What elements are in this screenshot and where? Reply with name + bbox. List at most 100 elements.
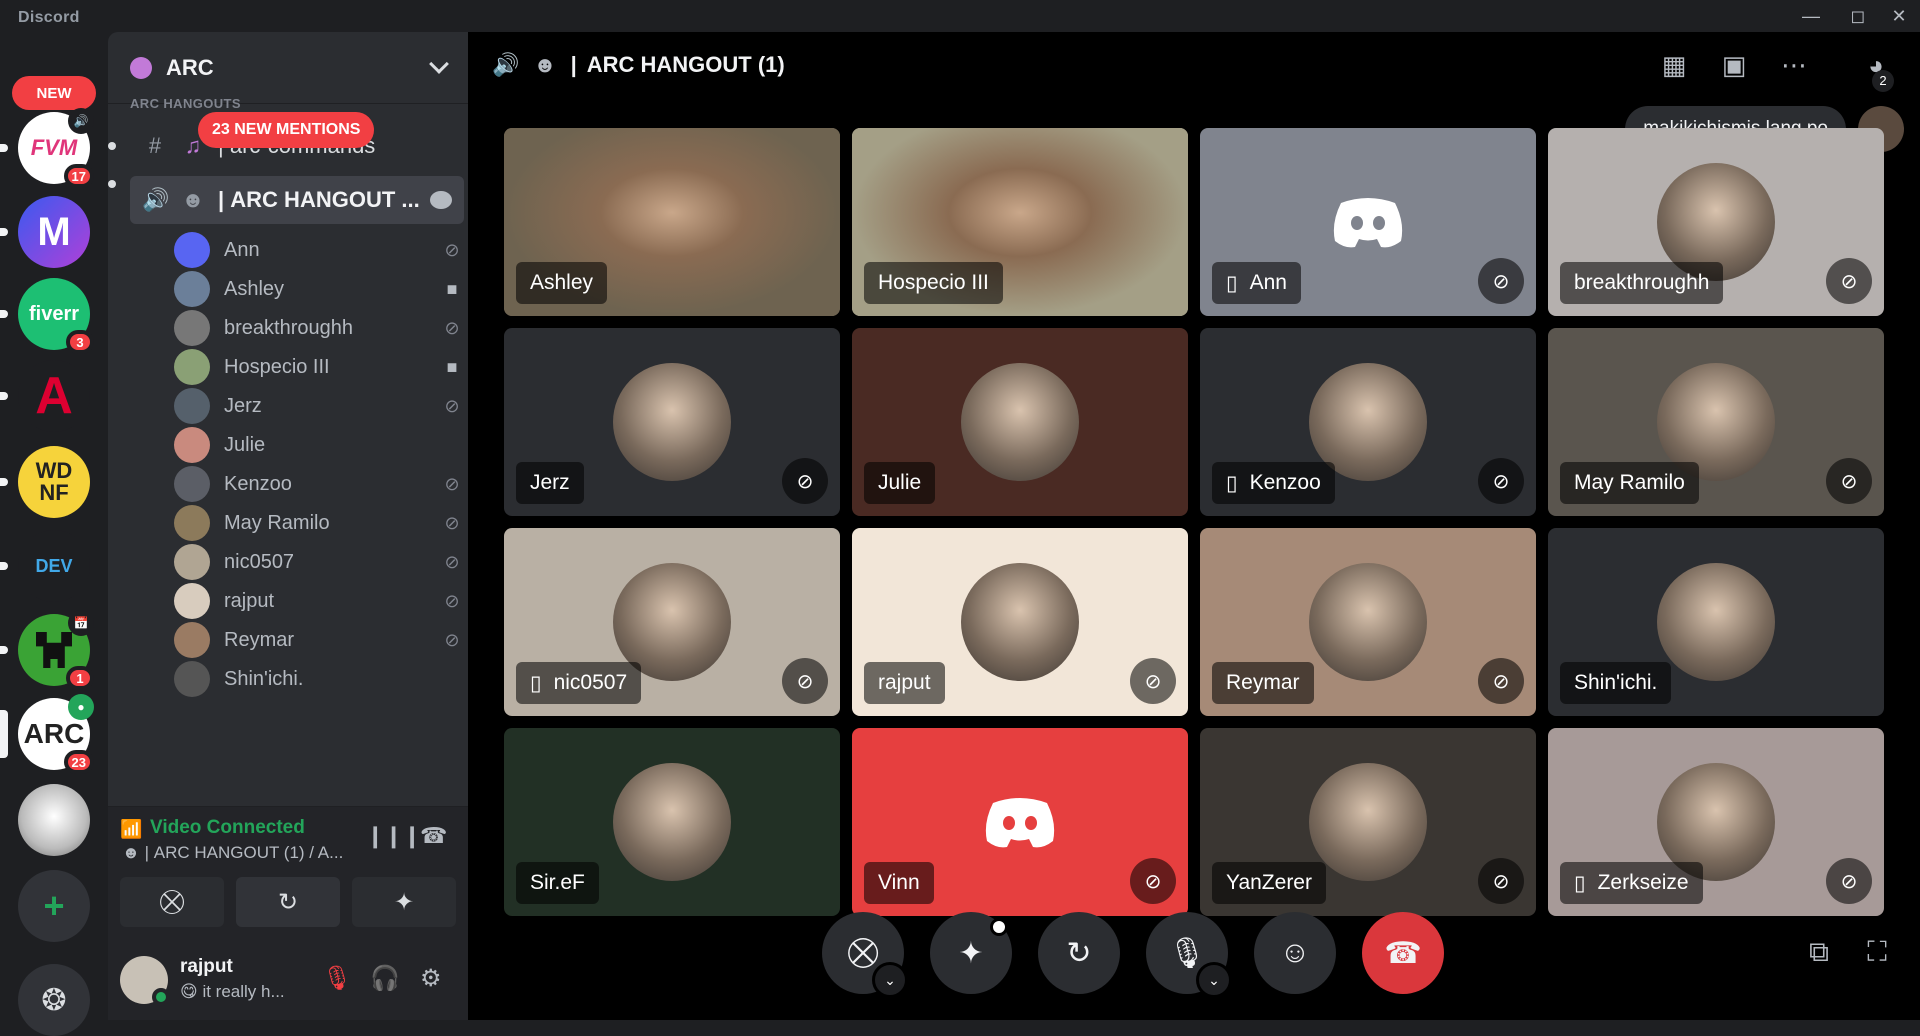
guild-header[interactable]: ARC [108,32,468,104]
server-rail: NEW FVM 🔊 17 M fiverr 3 A WD NF DEV 📅 1 … [0,32,108,1036]
video-tile[interactable]: ▯ Zerkseize ⊘ [1548,728,1884,916]
mic-muted-icon: ⊘ [444,512,460,533]
inbox-icon[interactable]: ▣ [1716,50,1752,86]
share-screen-button[interactable]: ↻ [236,877,340,927]
participant-name: Sir.eF [530,871,585,894]
maximize-button[interactable]: ◻ [1843,4,1873,28]
participant-name: Kenzoo [1249,471,1321,494]
video-tile[interactable]: Shin'ichi. [1548,528,1884,716]
speaker-icon: 🔊 [142,187,170,212]
voice-user-item[interactable]: nic0507 ⊘ [174,542,464,582]
voice-user-item[interactable]: Jerz ⊘ [174,386,464,426]
video-tile[interactable]: Sir.eF [504,728,840,916]
app-title: Discord [18,9,80,26]
server-flutter-dev[interactable]: DEV [18,530,90,602]
channel-arc-hangout[interactable]: 🔊 ☻ | ARC HANGOUT ... [130,176,464,224]
voice-location[interactable]: ☻ | ARC HANGOUT (1) / A... [122,843,343,863]
video-tile[interactable]: breakthroughh ⊘ [1548,128,1884,316]
username[interactable]: rajput [180,956,233,978]
participant-name-label: Reymar [1212,662,1314,704]
server-creeper[interactable]: 📅 1 [18,610,94,690]
server-m[interactable]: M [18,196,90,268]
video-tile[interactable]: May Ramilo ⊘ [1548,328,1884,516]
voice-user-item[interactable]: Reymar ⊘ [174,620,464,660]
pop-out-icon[interactable]: ⧉ [1800,936,1838,974]
voice-user-item[interactable]: breakthroughh ⊘ [174,308,464,348]
video-tile[interactable]: Ashley [504,128,840,316]
voice-status: Video Connected [150,817,305,838]
mic-muted-icon: ⊘ [1478,858,1524,904]
new-pill[interactable]: NEW [12,76,96,110]
participant-name: rajput [878,671,931,694]
share-screen-button[interactable]: ↻ [1038,912,1120,994]
video-tile[interactable]: Jerz ⊘ [504,328,840,516]
chevron-down-icon[interactable]: ⌄ [872,962,908,998]
fullscreen-icon[interactable]: ⛶ [1858,936,1896,974]
emoji-button[interactable]: ☺ [1254,912,1336,994]
video-tile[interactable]: Julie [852,328,1188,516]
video-tile[interactable]: Vinn ⊘ [852,728,1188,916]
voice-user-item[interactable]: Hospecio III ■ [174,347,464,387]
voice-user-item[interactable]: rajput ⊘ [174,581,464,621]
emoji-icon: ☺ [1279,936,1311,969]
calendar-icon: 📅 [68,610,94,636]
disconnect-button[interactable]: ☎ [1362,912,1444,994]
close-button[interactable]: ✕ [1884,4,1914,28]
disconnect-icon[interactable]: ☎ [420,823,447,849]
video-tile[interactable]: Reymar ⊘ [1200,528,1536,716]
mobile-icon: ▯ [1226,471,1238,495]
speaker-icon: 🔊 [68,108,94,134]
video-tile[interactable]: ▯ Kenzoo ⊘ [1200,328,1536,516]
hang-up-icon: ☎ [1384,936,1422,970]
avatar [1657,563,1775,681]
more-icon[interactable]: ⋯ [1776,50,1812,86]
participant-name-label: Ashley [516,262,608,304]
voice-user-item[interactable]: Julie [174,425,464,465]
mobile-icon: ▯ [1574,871,1586,895]
video-tile[interactable]: YanZerer ⊘ [1200,728,1536,916]
voice-user-name: Kenzoo [224,472,292,495]
voice-user-item[interactable]: Shin'ichi. [174,659,464,699]
video-tile[interactable]: Hospecio III [852,128,1188,316]
channel-sidebar: ARC ARC HANGOUTS # ♫ | arc-commands 23 N… [108,32,468,1020]
server-cat[interactable] [18,784,90,856]
chevron-down-icon[interactable]: ⌄ [1196,962,1232,998]
voice-user-item[interactable]: Ann ⊘ [174,230,464,270]
noise-suppression-icon[interactable]: ❙❙❙ [366,823,421,849]
activities-button[interactable]: ✦ [352,877,456,927]
video-tile[interactable]: ▯ Ann ⊘ [1200,128,1536,316]
minimize-button[interactable]: — [1796,4,1826,28]
participant-name: YanZerer [1226,871,1312,894]
new-mentions-pill[interactable]: 23 NEW MENTIONS [198,112,375,148]
mic-muted-icon: ⊘ [444,239,460,260]
participant-name: Hospecio III [878,271,989,294]
voice-user-name: Ann [224,238,260,261]
discover-button[interactable]: ❂ [18,964,90,1036]
server-wdnf[interactable]: WD NF [18,446,90,518]
server-a[interactable]: A [18,360,90,432]
activities-icon: ✦ [958,936,984,970]
video-tile[interactable]: ▯ nic0507 ⊘ [504,528,840,716]
channel-title: ARC HANGOUT (1) [586,52,785,77]
grid-layout-icon[interactable]: ▦ [1656,50,1692,86]
server-arc[interactable]: ARC ● 23 [18,694,94,774]
voice-user-item[interactable]: May Ramilo ⊘ [174,503,464,543]
guild-name: ARC [166,54,214,80]
mic-muted-icon[interactable]: 🎙 [322,964,352,993]
voice-user-item[interactable]: Kenzoo ⊘ [174,464,464,504]
server-fiverr[interactable]: fiverr 3 [18,278,94,354]
video-tile[interactable]: rajput ⊘ [852,528,1188,716]
category-label[interactable]: ARC HANGOUTS [130,96,241,111]
mic-muted-icon: ⊘ [444,395,460,416]
toggle-camera-button[interactable]: ⛒ [120,877,224,927]
add-server-button[interactable]: + [18,870,90,942]
participant-name-label: ▯ Kenzoo [1212,462,1335,504]
avatar [174,505,210,541]
server-fvm[interactable]: FVM 🔊 17 [18,108,94,188]
mobile-icon: ▯ [1226,271,1238,295]
headphones-icon[interactable]: 🎧 [370,964,400,993]
gear-icon[interactable]: ⚙ [420,964,442,993]
voice-user-item[interactable]: Ashley ■ [174,269,464,309]
guild-icon [130,56,152,79]
participant-name-label: ▯ Ann [1212,262,1301,304]
